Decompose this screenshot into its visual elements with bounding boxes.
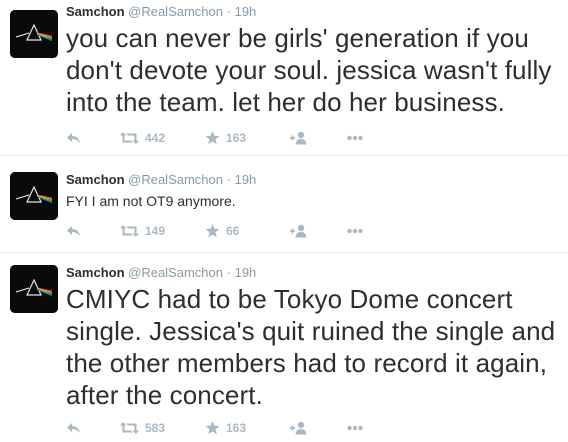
retweet-button[interactable]: 149 <box>120 222 165 240</box>
more-button[interactable] <box>347 129 363 147</box>
reply-icon <box>67 226 80 236</box>
tweet-text: CMIYC had to be Tokyo Dome concert singl… <box>66 284 556 410</box>
tweet-header: Samchon @RealSamchon · 19h <box>66 172 256 188</box>
tweet-header: Samchon @RealSamchon · 19h <box>66 265 256 281</box>
reply-button[interactable] <box>66 419 81 437</box>
prism-avatar[interactable] <box>10 172 58 220</box>
tweet-text: you can never be girls' generation if yo… <box>66 23 552 117</box>
retweet-button[interactable]: 442 <box>120 129 165 147</box>
tweet: Samchon @RealSamchon · 19h you can never… <box>0 0 568 156</box>
favorite-button[interactable]: 163 <box>205 419 246 437</box>
tweet-header: Samchon @RealSamchon · 19h <box>66 4 256 20</box>
star-icon <box>205 421 220 435</box>
tweet-timestamp[interactable]: 19h <box>235 265 257 280</box>
reply-button[interactable] <box>66 129 81 147</box>
author-handle[interactable]: @RealSamchon <box>128 4 223 19</box>
tweet-text: FYI I am not OT9 anymore. <box>66 193 236 209</box>
reply-icon <box>67 423 80 433</box>
follow-icon <box>290 131 307 145</box>
author-handle[interactable]: @RealSamchon <box>128 265 223 280</box>
favorite-count: 163 <box>226 421 247 435</box>
meta-separator: · <box>226 265 231 280</box>
favorite-button[interactable]: 66 <box>205 222 239 240</box>
author-handle[interactable]: @RealSamchon <box>128 172 223 187</box>
follow-button[interactable] <box>288 129 308 147</box>
retweet-count: 583 <box>145 421 166 435</box>
more-icon <box>347 228 363 234</box>
follow-button[interactable] <box>288 419 308 437</box>
more-button[interactable] <box>347 222 363 240</box>
retweet-count: 149 <box>145 224 166 238</box>
retweet-icon <box>120 132 139 144</box>
retweet-icon <box>120 225 139 237</box>
tweet-timestamp[interactable]: 19h <box>235 4 257 19</box>
retweet-button[interactable]: 583 <box>120 419 165 437</box>
tweet: Samchon @RealSamchon · 19h FYI I am not … <box>0 156 568 253</box>
author-name[interactable]: Samchon <box>66 265 125 280</box>
star-icon <box>205 224 220 238</box>
more-icon <box>347 135 363 141</box>
prism-avatar[interactable] <box>10 265 58 313</box>
favorite-count: 163 <box>226 131 247 145</box>
favorite-button[interactable]: 163 <box>205 129 246 147</box>
more-icon <box>347 425 363 431</box>
retweet-icon <box>120 422 139 434</box>
meta-separator: · <box>226 4 231 19</box>
follow-icon <box>290 421 307 435</box>
tweet: Samchon @RealSamchon · 19h CMIYC had to … <box>0 253 568 442</box>
tweet-timestamp[interactable]: 19h <box>235 172 257 187</box>
star-icon <box>205 131 220 145</box>
more-button[interactable] <box>347 419 363 437</box>
meta-separator: · <box>226 172 231 187</box>
author-name[interactable]: Samchon <box>66 4 125 19</box>
follow-icon <box>290 224 307 238</box>
retweet-count: 442 <box>145 131 166 145</box>
author-name[interactable]: Samchon <box>66 172 125 187</box>
reply-icon <box>67 133 80 143</box>
prism-avatar[interactable] <box>10 10 58 58</box>
reply-button[interactable] <box>66 222 81 240</box>
favorite-count: 66 <box>226 224 240 238</box>
follow-button[interactable] <box>288 222 308 240</box>
